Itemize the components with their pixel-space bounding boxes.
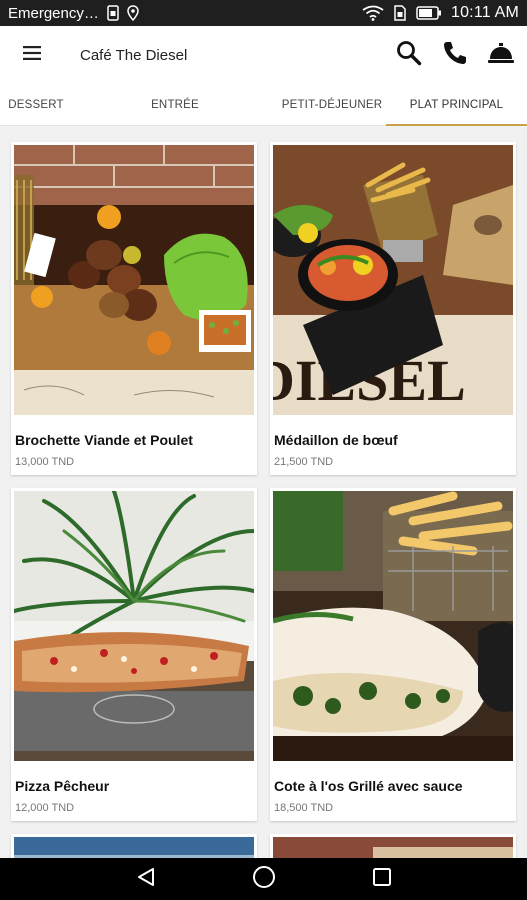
back-button[interactable]	[131, 864, 161, 894]
item-price: 13,000 TND	[15, 456, 75, 468]
recents-button[interactable]	[367, 864, 397, 894]
menu-item-card[interactable]: DIESEL Médaillon de bœuf 21,500 TND	[270, 142, 516, 475]
home-circle-icon	[252, 865, 276, 894]
search-button[interactable]	[395, 40, 423, 71]
menu-button[interactable]	[0, 26, 64, 84]
service-bell-button[interactable]	[487, 41, 515, 69]
menu-icon	[23, 45, 41, 65]
menu-item-card[interactable]: Pizza Pêcheur 12,000 TND	[11, 488, 257, 821]
dish-photo	[273, 837, 513, 858]
menu-grid: Brochette Viande et Poulet 13,000 TND DI…	[0, 126, 527, 858]
item-price: 21,500 TND	[274, 456, 334, 468]
dish-photo	[14, 837, 254, 858]
tab-entree[interactable]: ENTRÉE	[72, 84, 278, 126]
tab-plat-principal[interactable]: PLAT PRINCIPAL	[386, 84, 527, 126]
location-icon	[127, 5, 139, 21]
clock-time: 10:11 AM	[450, 4, 519, 21]
tab-petit-dejeuner[interactable]: PETIT-DÉJEUNER	[278, 84, 386, 126]
item-name: Brochette Viande et Poulet	[15, 432, 193, 448]
app-title: Café The Diesel	[80, 46, 188, 64]
category-tabs: DESSERT ENTRÉE PETIT-DÉJEUNER PLAT PRINC…	[0, 84, 527, 126]
dish-photo	[14, 491, 254, 761]
app-bar: Café The Diesel	[0, 26, 527, 84]
search-icon	[396, 40, 422, 71]
sim-card-icon	[393, 5, 407, 21]
dish-photo: DIESEL	[273, 145, 513, 415]
dish-photo	[273, 491, 513, 761]
item-name: Médaillon de bœuf	[274, 432, 398, 448]
menu-item-card[interactable]: Cote à l'os Grillé avec sauce 18,500 TND	[270, 488, 516, 821]
menu-item-card[interactable]: Brochette Viande et Poulet 13,000 TND	[11, 142, 257, 475]
item-price: 18,500 TND	[274, 802, 334, 814]
menu-item-card[interactable]	[11, 834, 257, 858]
carrier-text: Emergency…	[8, 4, 99, 22]
recents-square-icon	[372, 867, 392, 892]
item-name: Cote à l'os Grillé avec sauce	[274, 778, 463, 794]
item-price: 12,000 TND	[15, 802, 75, 814]
system-nav-bar	[0, 858, 527, 900]
status-bar: Emergency… 10:11 AM	[0, 0, 527, 26]
tab-dessert[interactable]: DESSERT	[0, 84, 72, 126]
call-button[interactable]	[441, 41, 469, 69]
item-name: Pizza Pêcheur	[15, 778, 110, 794]
phone-icon	[442, 40, 468, 71]
battery-icon	[416, 6, 442, 20]
wifi-icon	[362, 5, 384, 21]
menu-item-card[interactable]	[270, 834, 516, 858]
back-triangle-icon	[135, 866, 157, 893]
service-bell-icon	[487, 40, 515, 71]
dish-photo	[14, 145, 254, 415]
sim-icon	[107, 5, 119, 21]
home-button[interactable]	[249, 864, 279, 894]
